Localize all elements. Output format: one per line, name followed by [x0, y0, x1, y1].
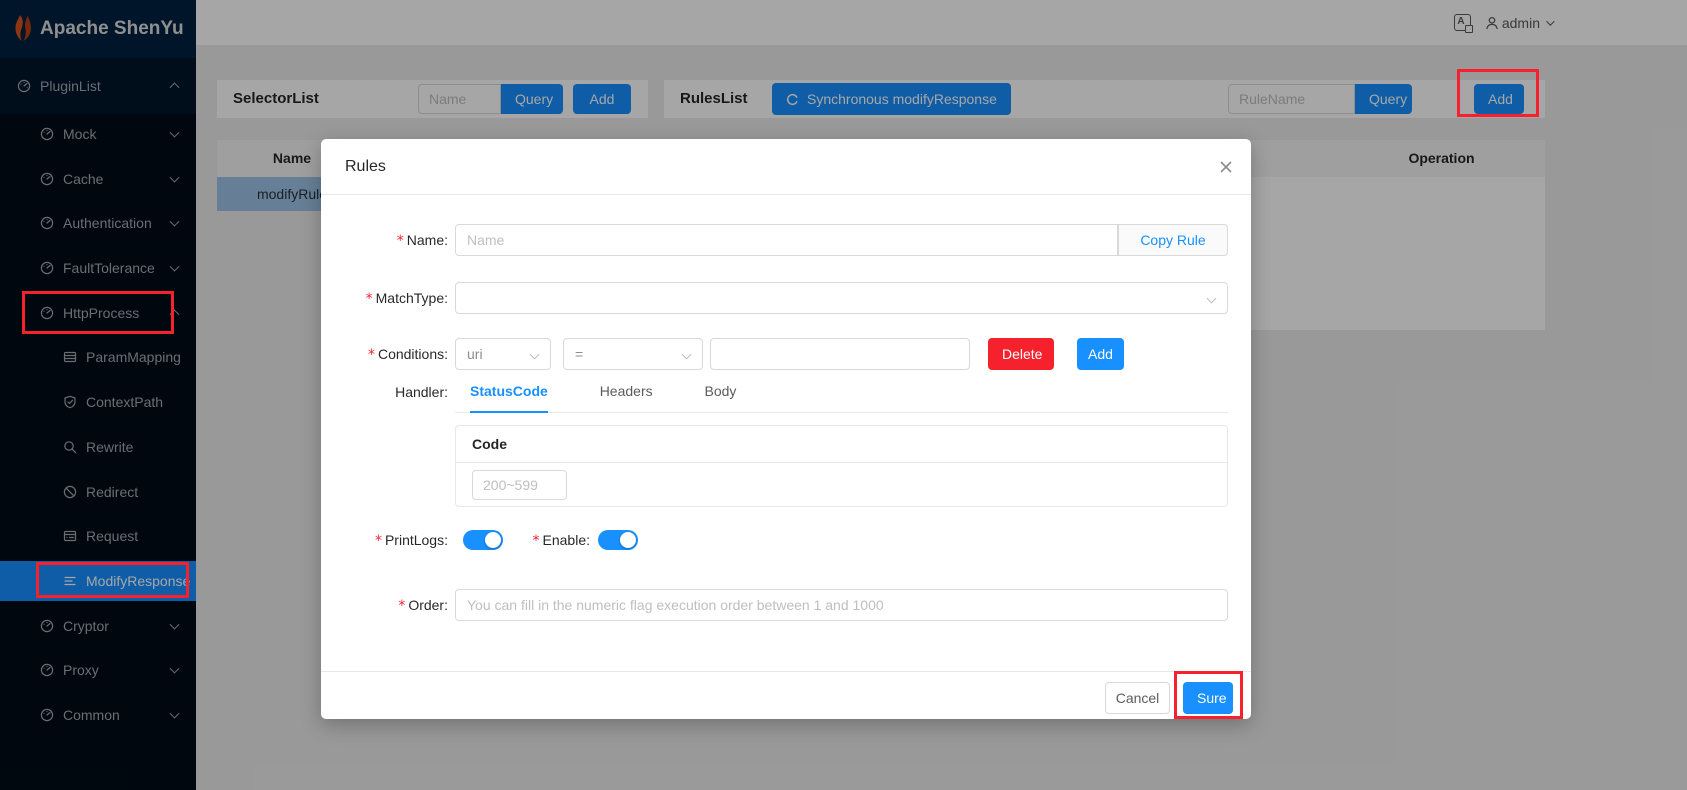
tab-body[interactable]: Body [705, 376, 737, 411]
order-input[interactable] [455, 589, 1228, 621]
printlogs-toggle[interactable] [463, 530, 503, 550]
modal-title: Rules [345, 139, 386, 195]
close-icon[interactable] [1218, 159, 1234, 175]
order-row: *Order: [321, 589, 1251, 621]
code-header: Code [456, 426, 1227, 463]
code-input[interactable] [472, 470, 567, 500]
cancel-button[interactable]: Cancel [1105, 682, 1170, 714]
printlogs-label: *PrintLogs: [321, 529, 448, 552]
order-label: *Order: [321, 589, 448, 622]
tab-statuscode[interactable]: StatusCode [470, 376, 548, 413]
condition-value-input[interactable] [710, 338, 970, 370]
name-label: *Name: [321, 224, 448, 257]
conditions-label: *Conditions: [321, 338, 448, 371]
app-root: Apache ShenYu PluginList Mock Cache Au [0, 0, 1687, 790]
conditions-row: *Conditions: uri = Delete Add [321, 338, 1251, 370]
condition-delete-button[interactable]: Delete [988, 338, 1054, 370]
copy-rule-button[interactable]: Copy Rule [1118, 224, 1228, 256]
handler-tabs: StatusCode Headers Body [455, 376, 1228, 413]
modal-footer: Cancel Sure [321, 671, 1251, 719]
sure-button[interactable]: Sure [1183, 682, 1233, 714]
enable-label: *Enable: [501, 529, 590, 552]
enable-toggle[interactable] [598, 530, 638, 550]
rule-name-field[interactable] [455, 224, 1118, 256]
chevron-down-icon [682, 350, 692, 360]
matchtype-select[interactable] [455, 282, 1228, 314]
condition-operator-select[interactable]: = [563, 338, 703, 370]
matchtype-row: *MatchType: [321, 282, 1251, 314]
handler-label: Handler: [321, 376, 448, 408]
rules-modal: Rules *Name: Copy Rule *MatchType: *Cond… [321, 139, 1251, 719]
condition-add-button[interactable]: Add [1077, 338, 1124, 370]
name-row: *Name: Copy Rule [321, 224, 1251, 256]
chevron-down-icon [530, 350, 540, 360]
condition-param-select[interactable]: uri [455, 338, 551, 370]
modal-header: Rules [321, 139, 1251, 195]
tab-headers[interactable]: Headers [600, 376, 653, 411]
chevron-down-icon [1207, 294, 1217, 304]
code-panel: Code [455, 425, 1228, 507]
toggles-row: *PrintLogs: *Enable: [321, 529, 1251, 551]
matchtype-label: *MatchType: [321, 282, 448, 315]
